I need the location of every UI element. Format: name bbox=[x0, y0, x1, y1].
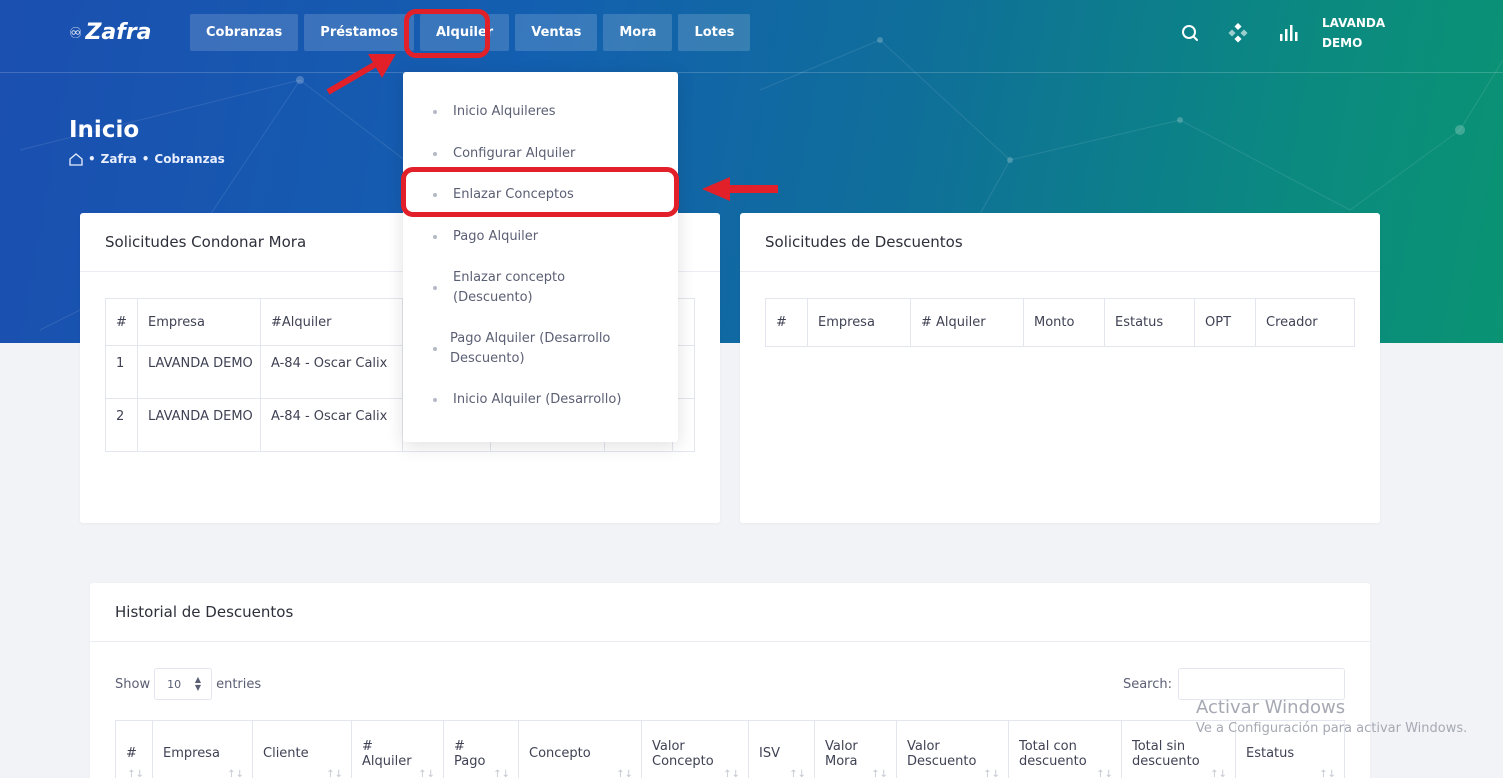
sort-icon: ↑↓ bbox=[983, 769, 1000, 778]
search-control: Search: bbox=[1123, 668, 1345, 700]
descuentos-card: Solicitudes de Descuentos # Empresa # Al… bbox=[740, 213, 1380, 523]
menu-item-pago-alquiler-desarrollo[interactable]: Pago Alquiler (Desarrollo Descuento) bbox=[403, 329, 678, 369]
nav-ventas[interactable]: Ventas bbox=[515, 14, 598, 51]
entries-select[interactable]: 10 ▲ ▼ bbox=[154, 668, 213, 700]
column-header[interactable]: Valor Descuento ↑↓ bbox=[896, 720, 1009, 778]
logo-mark-icon: ♾ bbox=[69, 23, 83, 42]
sort-icon: ↑↓ bbox=[871, 769, 888, 778]
descuentos-table: # Empresa # Alquiler Monto Estatus OPT C… bbox=[765, 298, 1355, 347]
column-header[interactable]: ISV ↑↓ bbox=[748, 720, 815, 778]
menu-item-pago-alquiler[interactable]: Pago Alquiler bbox=[403, 227, 678, 247]
column-header[interactable]: Empresa bbox=[137, 298, 261, 346]
breadcrumb-item[interactable]: Cobranzas bbox=[154, 152, 224, 166]
search-label: Search: bbox=[1122, 676, 1172, 692]
breadcrumb-item[interactable]: Zafra bbox=[101, 152, 137, 166]
nav-alquiler[interactable]: Alquiler bbox=[420, 14, 510, 51]
column-header[interactable]: Concepto ↑↓ bbox=[518, 720, 642, 778]
column-header[interactable]: Empresa bbox=[807, 298, 911, 347]
nav-mora[interactable]: Mora bbox=[603, 14, 673, 51]
column-header[interactable]: Creador bbox=[1255, 298, 1355, 347]
app-logo[interactable]: ♾ Zafra bbox=[69, 20, 152, 45]
sort-icon: ↑↓ bbox=[1096, 769, 1113, 778]
historial-card: Historial de Descuentos Show 10 ▲ ▼ entri… bbox=[90, 583, 1370, 778]
sort-icon: ↑↓ bbox=[789, 769, 806, 778]
menu-item-inicio-alquiler-desarrollo[interactable]: Inicio Alquiler (Desarrollo) bbox=[403, 390, 678, 410]
column-header[interactable]: # Pago ↑↓ bbox=[443, 720, 519, 778]
chart-icon[interactable] bbox=[1278, 23, 1298, 43]
column-header[interactable]: OPT bbox=[1194, 298, 1256, 347]
column-header[interactable]: Valor Concepto ↑↓ bbox=[641, 720, 749, 778]
alquiler-dropdown-menu: Inicio Alquileres Configurar Alquiler En… bbox=[403, 72, 678, 442]
logo-text: Zafra bbox=[85, 20, 152, 45]
column-header[interactable]: Total con descuento ↑↓ bbox=[1008, 720, 1122, 778]
select-arrows-icon: ▲ ▼ bbox=[194, 675, 202, 692]
sort-icon: ↑↓ bbox=[227, 769, 244, 778]
user-name-line1: LAVANDA bbox=[1322, 16, 1386, 30]
nav-alquiler-label: Alquiler bbox=[436, 25, 494, 40]
sort-icon: ↑↓ bbox=[418, 769, 435, 778]
column-header[interactable]: # bbox=[105, 298, 138, 346]
column-header[interactable]: Cliente ↑↓ bbox=[252, 720, 352, 778]
descuentos-title: Solicitudes de Descuentos bbox=[740, 213, 1380, 272]
entries-label: entries bbox=[216, 676, 262, 692]
activation-watermark: Activar Windows Ve a Configuración para … bbox=[1196, 697, 1468, 736]
page-title: Inicio bbox=[69, 117, 140, 143]
top-bar: ♾ Zafra Cobranzas Préstamos Alquiler Ven… bbox=[0, 0, 1503, 73]
sort-icon: ↑↓ bbox=[616, 769, 633, 778]
column-header[interactable]: # bbox=[765, 298, 808, 347]
sort-icon: ↑↓ bbox=[127, 769, 144, 778]
show-label: Show bbox=[115, 676, 151, 692]
sort-icon: ↑↓ bbox=[723, 769, 740, 778]
historial-table: # ↑↓ Empresa ↑↓ Cliente ↑↓ # Alquiler ↑↓ # P… bbox=[115, 720, 1345, 778]
length-control: Show 10 ▲ ▼ entries bbox=[115, 668, 261, 700]
user-menu[interactable]: LAVANDA DEMO bbox=[1322, 13, 1385, 53]
column-header[interactable]: Estatus bbox=[1104, 298, 1195, 347]
menu-item-configurar-alquiler[interactable]: Configurar Alquiler bbox=[403, 144, 678, 164]
apps-icon[interactable] bbox=[1228, 23, 1248, 43]
column-header[interactable]: Monto bbox=[1023, 298, 1105, 347]
menu-item-enlazar-conceptos[interactable]: Enlazar Conceptos bbox=[403, 185, 678, 205]
nav-lotes[interactable]: Lotes bbox=[678, 14, 751, 51]
historial-title: Historial de Descuentos bbox=[90, 583, 1370, 642]
column-header[interactable]: Valor Mora ↑↓ bbox=[814, 720, 897, 778]
sort-icon: ↑↓ bbox=[493, 769, 510, 778]
column-header[interactable]: #Alquiler bbox=[260, 298, 403, 346]
menu-item-enlazar-concepto-descuento[interactable]: Enlazar concepto (Descuento) bbox=[403, 268, 678, 308]
nav-cobranzas[interactable]: Cobranzas bbox=[190, 14, 299, 51]
column-header[interactable]: # ↑↓ bbox=[115, 720, 153, 778]
sort-icon: ↑↓ bbox=[326, 769, 343, 778]
search-input[interactable] bbox=[1178, 668, 1345, 700]
column-header[interactable]: # Alquiler ↑↓ bbox=[351, 720, 444, 778]
nav-prestamos[interactable]: Préstamos bbox=[304, 14, 414, 51]
menu-item-inicio-alquileres[interactable]: Inicio Alquileres bbox=[403, 102, 678, 122]
main-nav: Cobranzas Préstamos Alquiler Ventas Mora… bbox=[190, 14, 751, 51]
column-header[interactable]: Empresa ↑↓ bbox=[152, 720, 253, 778]
user-name-line2: DEMO bbox=[1322, 36, 1363, 50]
home-icon[interactable] bbox=[69, 152, 83, 166]
sort-icon: ↑↓ bbox=[1210, 769, 1227, 778]
column-header[interactable]: # Alquiler bbox=[910, 298, 1024, 347]
search-icon[interactable] bbox=[1180, 23, 1200, 43]
sort-icon: ↑↓ bbox=[1319, 769, 1336, 778]
breadcrumb: • Zafra • Cobranzas bbox=[69, 152, 225, 166]
